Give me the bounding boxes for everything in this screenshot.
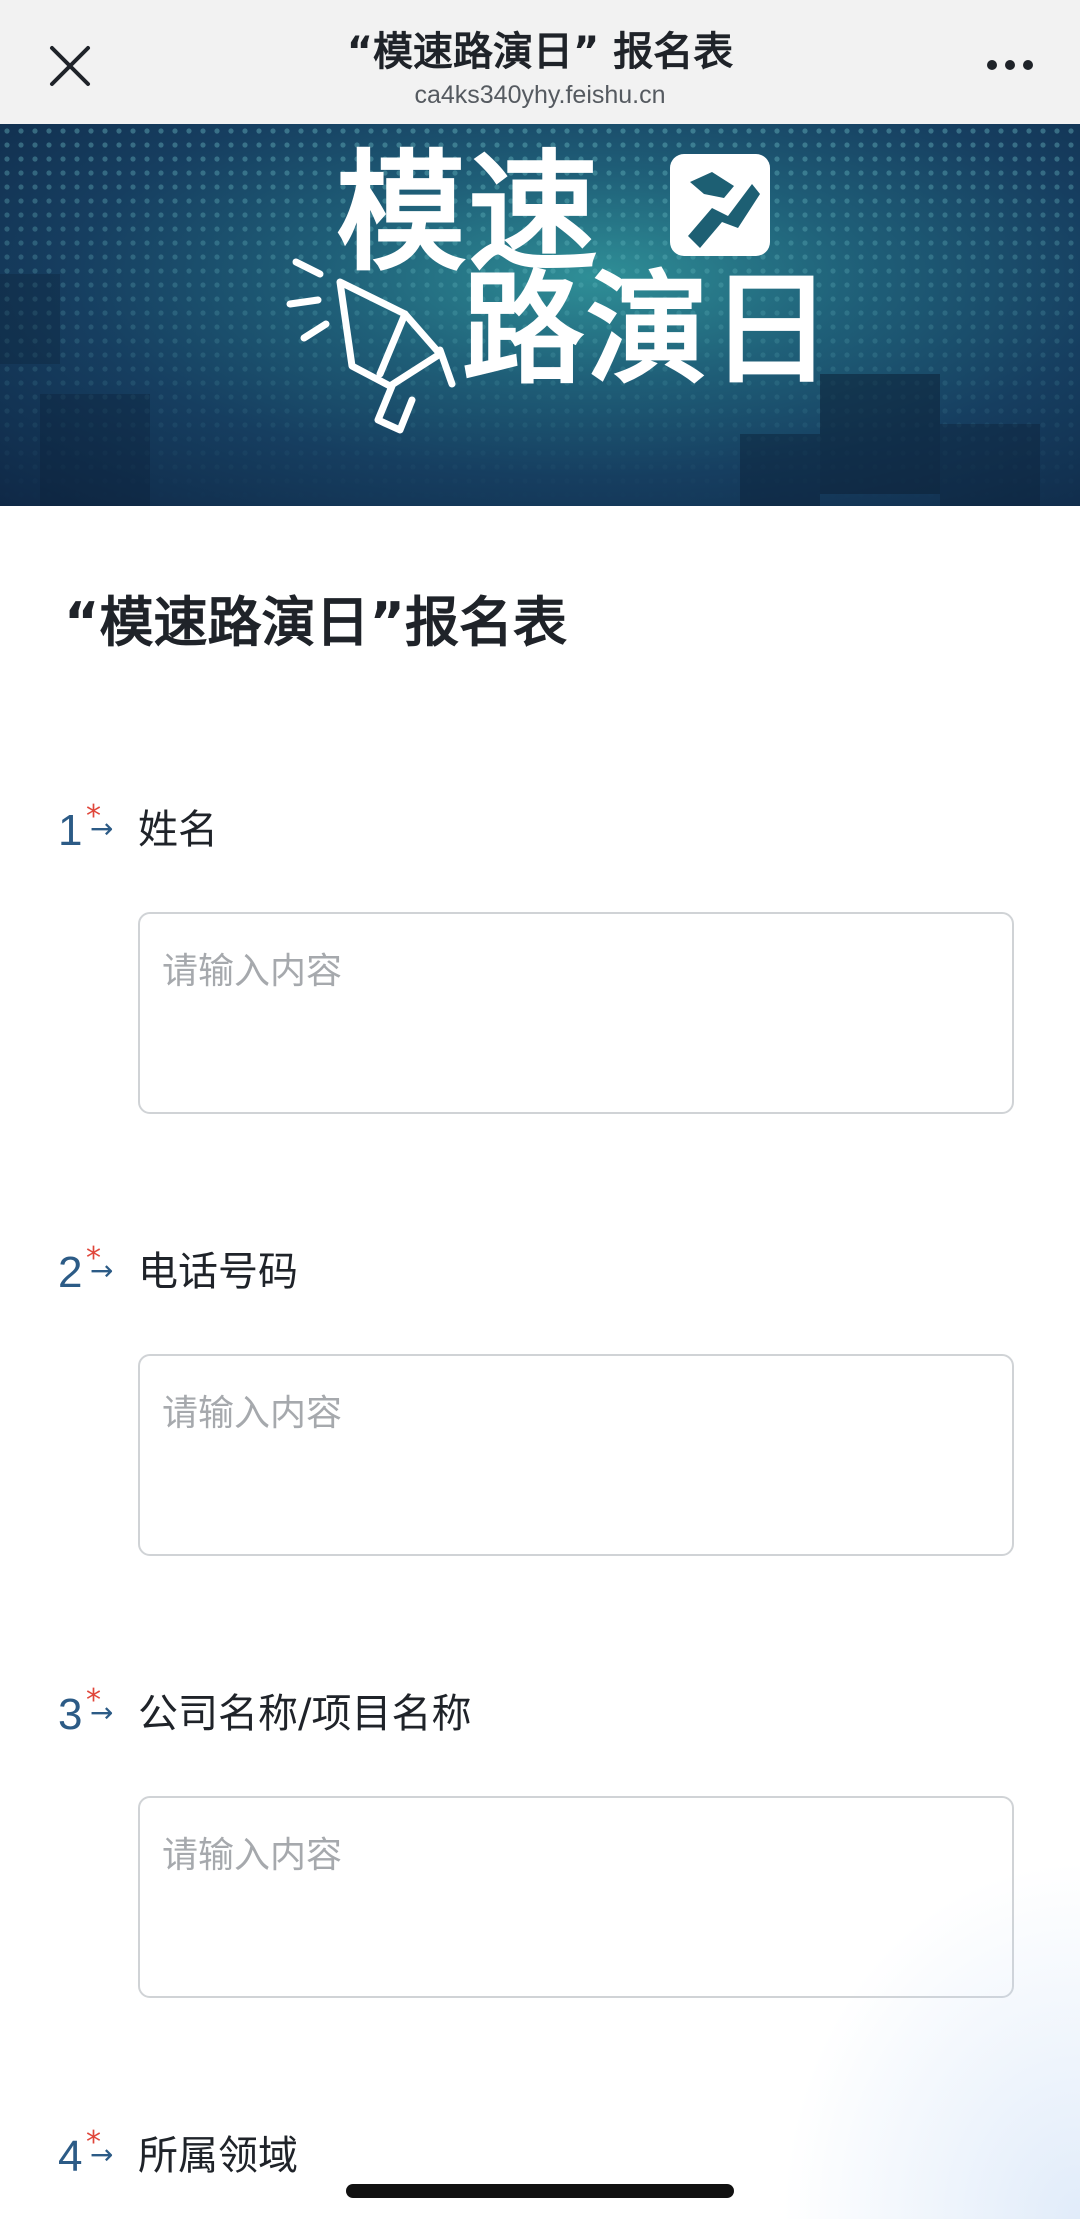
question-label-company: 公司名称/项目名称 xyxy=(138,1691,472,1737)
close-button[interactable] xyxy=(40,36,100,96)
question-number: 1 xyxy=(58,806,83,855)
arrow-icon: → xyxy=(90,1696,114,1729)
handshake-icon xyxy=(670,154,770,256)
page-url: ca4ks340yhy.feishu.cn xyxy=(414,81,666,109)
home-indicator[interactable] xyxy=(346,2184,734,2198)
top-nav-bar: “模速路演日” 报名表 ca4ks340yhy.feishu.cn xyxy=(0,0,1080,124)
page-title: “模速路演日” 报名表 xyxy=(346,29,734,75)
question-label-field: 所属领域 xyxy=(138,2133,298,2179)
form-title: “模速路演日”报名表 xyxy=(64,591,567,654)
banner-title-line-2: 路演日 xyxy=(462,259,834,401)
background-glow xyxy=(780,1859,1080,2219)
question-number: 3 xyxy=(58,1690,83,1739)
nav-title-block: “模速路演日” 报名表 ca4ks340yhy.feishu.cn xyxy=(200,26,880,112)
phone-input[interactable] xyxy=(138,1354,1014,1556)
more-icon xyxy=(987,60,1033,70)
arrow-icon: → xyxy=(90,812,114,845)
event-banner: 模速 路演日 xyxy=(0,124,1080,506)
arrow-icon: → xyxy=(90,1254,114,1287)
question-number: 2 xyxy=(58,1248,83,1297)
question-label-phone: 电话号码 xyxy=(138,1249,298,1295)
question-label-name: 姓名 xyxy=(138,807,218,853)
more-button[interactable] xyxy=(980,40,1040,90)
name-input[interactable] xyxy=(138,912,1014,1114)
arrow-icon: → xyxy=(90,2138,114,2171)
close-icon xyxy=(50,46,90,86)
question-number: 4 xyxy=(58,2132,83,2181)
